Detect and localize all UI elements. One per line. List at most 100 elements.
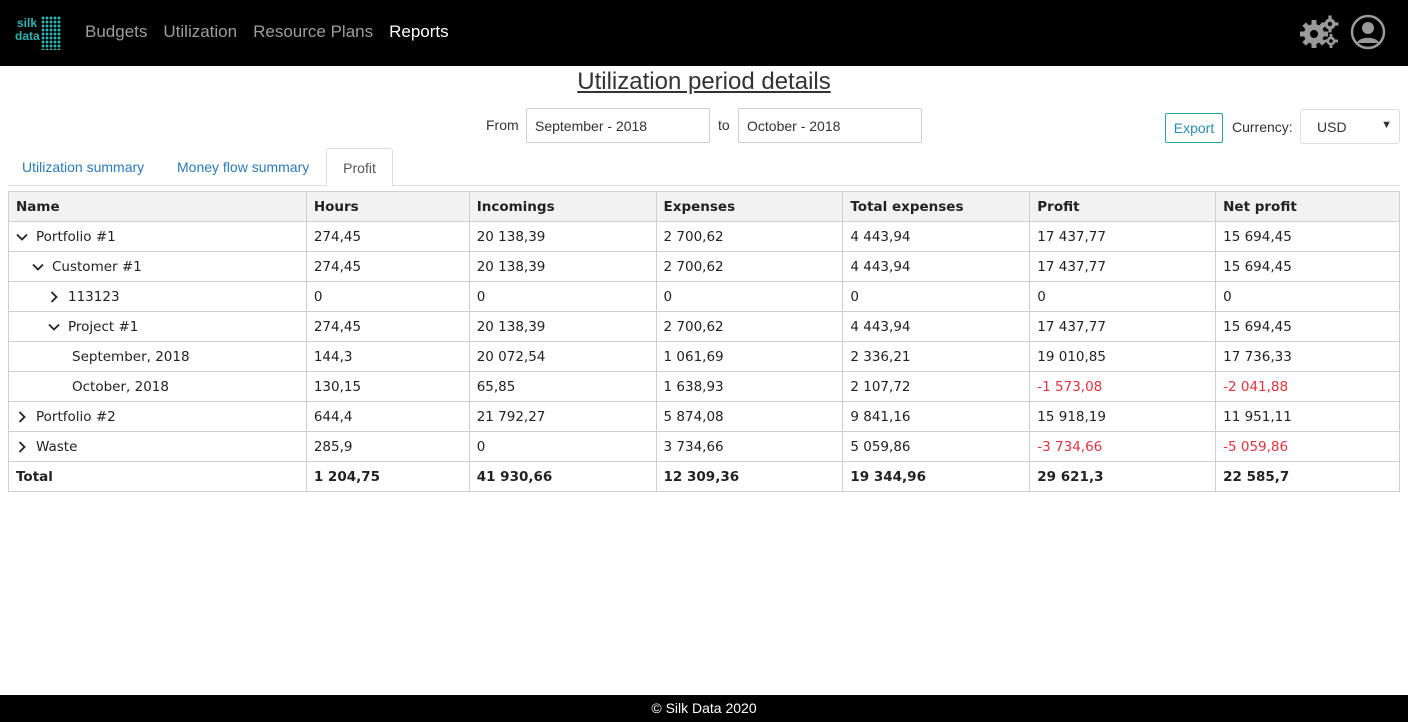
cell-expenses: 3 734,66 <box>655 431 844 462</box>
table-row[interactable]: Customer #1 274,45 20 138,39 2 700,62 4 443,… <box>8 251 1400 282</box>
row-name-label: Customer #1 <box>52 258 142 275</box>
tab-money-flow-summary[interactable]: Money flow summary <box>163 148 323 186</box>
total-profit: 29 621,3 <box>1029 461 1217 492</box>
cell-hours: 274,45 <box>305 251 470 282</box>
row-name-cell: Waste <box>8 431 307 462</box>
table-row[interactable]: 113123 0 0 0 0 0 0 <box>8 281 1400 312</box>
nav-item-reports[interactable]: Reports <box>389 21 449 43</box>
row-name-cell: Portfolio #2 <box>8 401 307 432</box>
from-label: From <box>486 117 519 133</box>
table-header-row: Name Hours Incomings Expenses Total expe… <box>8 191 1400 222</box>
nav-item-utilization[interactable]: Utilization <box>163 21 237 43</box>
chevron-right-icon[interactable] <box>16 410 32 423</box>
cell-hours: 144,3 <box>305 341 470 372</box>
cell-profit: -3 734,66 <box>1029 431 1217 462</box>
logo-dots <box>41 16 61 50</box>
chevron-right-icon[interactable] <box>16 440 32 453</box>
table-total-row: Total 1 204,75 41 930,66 12 309,36 19 344,96… <box>8 461 1400 492</box>
cell-profit: 17 437,77 <box>1029 221 1217 252</box>
column-header-profit[interactable]: Profit <box>1029 191 1217 222</box>
currency-selected-value: USD <box>1317 119 1347 135</box>
row-name-cell: Customer #1 <box>8 251 307 282</box>
from-period-input[interactable] <box>526 108 710 143</box>
caret-down-icon: ▼ <box>1381 119 1392 131</box>
cell-incomings: 20 138,39 <box>468 221 657 252</box>
user-circle-icon[interactable] <box>1350 14 1386 50</box>
cell-profit: 15 918,19 <box>1029 401 1217 432</box>
cell-incomings: 0 <box>468 281 657 312</box>
column-header-net-profit[interactable]: Net profit <box>1215 191 1400 222</box>
total-net-profit: 22 585,7 <box>1215 461 1400 492</box>
chevron-down-icon[interactable] <box>48 321 64 333</box>
table-body: Portfolio #1 274,45 20 138,39 2 700,62 4 443… <box>8 221 1400 492</box>
cell-total-expenses: 2 336,21 <box>842 341 1031 372</box>
cell-profit: -1 573,08 <box>1029 371 1217 402</box>
row-name-label: September, 2018 <box>72 348 190 365</box>
cell-net-profit: -2 041,88 <box>1215 371 1400 402</box>
total-label: Total <box>8 461 307 492</box>
cell-hours: 0 <box>305 281 470 312</box>
to-period-input[interactable] <box>738 108 922 143</box>
currency-label: Currency: <box>1232 119 1293 135</box>
row-name-cell: 113123 <box>8 281 307 312</box>
cell-total-expenses: 0 <box>842 281 1031 312</box>
cell-incomings: 0 <box>468 431 657 462</box>
row-name-label: Portfolio #1 <box>36 228 116 245</box>
column-header-incomings[interactable]: Incomings <box>468 191 657 222</box>
cell-hours: 285,9 <box>305 431 470 462</box>
table-row: September, 2018 144,3 20 072,54 1 061,69 2 3… <box>8 341 1400 372</box>
table-row[interactable]: Waste 285,9 0 3 734,66 5 059,86 -3 734,66 -5 0… <box>8 431 1400 462</box>
cell-net-profit: 15 694,45 <box>1215 221 1400 252</box>
cell-total-expenses: 4 443,94 <box>842 251 1031 282</box>
cell-net-profit: -5 059,86 <box>1215 431 1400 462</box>
nav-item-budgets[interactable]: Budgets <box>85 21 147 43</box>
tab-profit[interactable]: Profit <box>326 148 393 187</box>
cell-profit: 19 010,85 <box>1029 341 1217 372</box>
tab-utilization-summary[interactable]: Utilization summary <box>8 148 158 186</box>
column-header-total-expenses[interactable]: Total expenses <box>842 191 1031 222</box>
cell-incomings: 20 138,39 <box>468 311 657 342</box>
table-row[interactable]: Project #1 274,45 20 138,39 2 700,62 4 443,9… <box>8 311 1400 342</box>
table-row[interactable]: Portfolio #1 274,45 20 138,39 2 700,62 4 443… <box>8 221 1400 252</box>
cell-expenses: 2 700,62 <box>655 251 844 282</box>
cell-expenses: 5 874,08 <box>655 401 844 432</box>
table-row[interactable]: Portfolio #2 644,4 21 792,27 5 874,08 9 841,… <box>8 401 1400 432</box>
cell-net-profit: 15 694,45 <box>1215 311 1400 342</box>
main-nav: Budgets Utilization Resource Plans Repor… <box>85 21 449 43</box>
table-row: October, 2018 130,15 65,85 1 638,93 2 107,72… <box>8 371 1400 402</box>
row-name-label: October, 2018 <box>72 378 169 395</box>
report-tabs: Utilization summary Money flow summary P… <box>8 148 1400 187</box>
column-header-hours[interactable]: Hours <box>305 191 470 222</box>
top-navbar: silk data Budgets Utilization Resource P… <box>0 0 1408 66</box>
cell-expenses: 1 061,69 <box>655 341 844 372</box>
logo-text-line1: silk <box>17 16 38 30</box>
row-name-cell: Project #1 <box>8 311 307 342</box>
cell-expenses: 0 <box>655 281 844 312</box>
chevron-down-icon[interactable] <box>32 261 48 273</box>
cell-hours: 274,45 <box>305 221 470 252</box>
chevron-right-icon[interactable] <box>48 290 64 303</box>
profit-table: Name Hours Incomings Expenses Total expe… <box>8 191 1400 492</box>
column-header-name[interactable]: Name <box>8 191 307 222</box>
cell-expenses: 2 700,62 <box>655 221 844 252</box>
gears-icon[interactable] <box>1299 14 1339 50</box>
cell-total-expenses: 9 841,16 <box>842 401 1031 432</box>
column-header-expenses[interactable]: Expenses <box>655 191 844 222</box>
cell-net-profit: 15 694,45 <box>1215 251 1400 282</box>
silk-data-logo[interactable]: silk data <box>15 14 63 54</box>
export-button[interactable]: Export <box>1165 113 1223 143</box>
total-expenses: 12 309,36 <box>655 461 844 492</box>
row-name-label: Project #1 <box>68 318 139 335</box>
cell-profit: 17 437,77 <box>1029 311 1217 342</box>
cell-net-profit: 17 736,33 <box>1215 341 1400 372</box>
row-name-cell: September, 2018 <box>8 341 307 372</box>
page-title: Utilization period details <box>577 68 831 95</box>
nav-item-resource-plans[interactable]: Resource Plans <box>253 21 373 43</box>
chevron-down-icon[interactable] <box>16 231 32 243</box>
cell-profit: 17 437,77 <box>1029 251 1217 282</box>
cell-incomings: 20 138,39 <box>468 251 657 282</box>
currency-select[interactable]: USD ▼ <box>1300 109 1400 144</box>
cell-total-expenses: 2 107,72 <box>842 371 1031 402</box>
cell-hours: 130,15 <box>305 371 470 402</box>
cell-expenses: 2 700,62 <box>655 311 844 342</box>
